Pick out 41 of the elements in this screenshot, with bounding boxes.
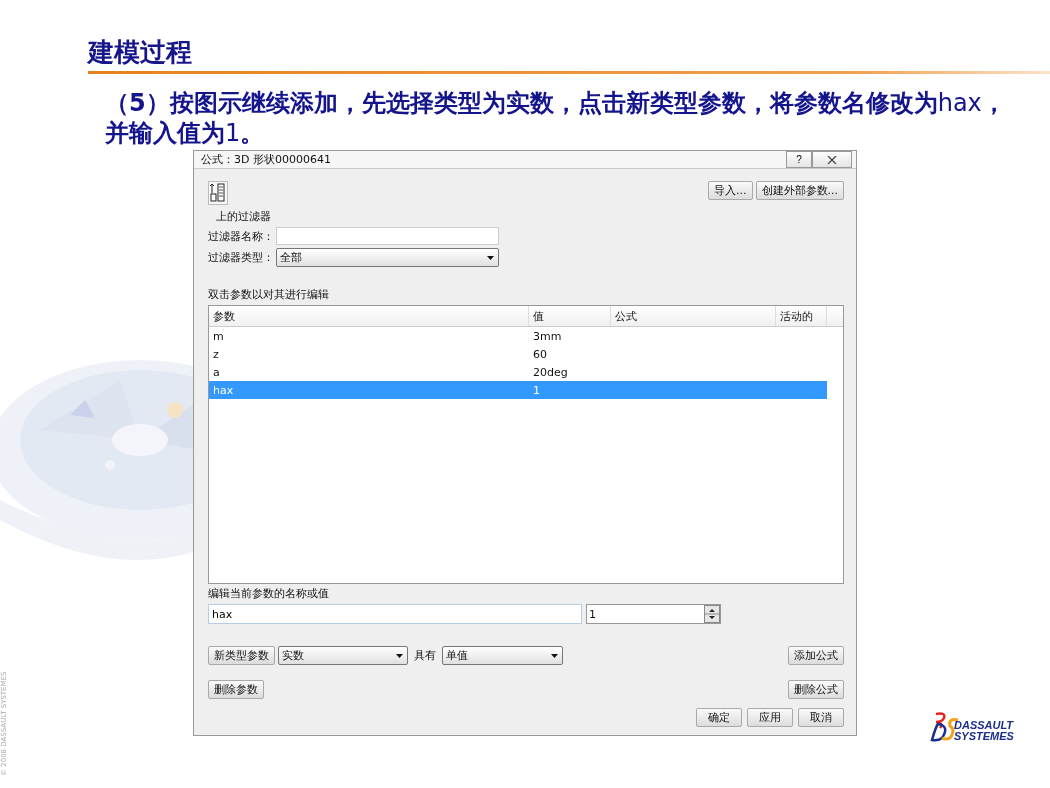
logo-text: DASSAULT bbox=[954, 720, 1014, 731]
dialog-button[interactable]: 确定 bbox=[696, 708, 742, 727]
new-type-button[interactable]: 新类型参数 bbox=[208, 646, 275, 665]
caret-icon bbox=[396, 653, 403, 658]
instruction-text: （5）按图示继续添加，先选择类型为实数，点击新类型参数，将参数名修改为hax，并输入值为1。 bbox=[105, 88, 1007, 148]
window-title: 公式：3D 形状00000641 bbox=[201, 152, 331, 167]
caret-icon bbox=[551, 653, 558, 658]
edit-label: 编辑当前参数的名称或值 bbox=[208, 586, 330, 601]
parameter-row[interactable]: z 60 bbox=[209, 345, 827, 363]
caret-icon bbox=[487, 255, 494, 260]
filter-heading: 上的过滤器 bbox=[216, 209, 272, 224]
close-button[interactable] bbox=[812, 151, 852, 168]
add-formula-button[interactable]: 添加公式 bbox=[788, 646, 844, 665]
name-field[interactable]: hax bbox=[208, 604, 582, 624]
dialog-button[interactable]: 导入... bbox=[708, 181, 753, 200]
filter-icon[interactable] bbox=[208, 181, 228, 205]
parameter-row[interactable]: m 3mm bbox=[209, 327, 827, 345]
field-label: 过滤器类型： bbox=[208, 250, 274, 265]
column-header[interactable]: 活动的 bbox=[776, 306, 827, 326]
table-hint: 双击参数以对其进行编辑 bbox=[208, 287, 330, 302]
parameter-row[interactable]: a 20deg bbox=[209, 363, 827, 381]
help-button[interactable]: ? bbox=[786, 151, 812, 168]
value-spinner[interactable]: 1 bbox=[586, 604, 721, 624]
dialog-button[interactable]: 应用 bbox=[747, 708, 793, 727]
dialog-button[interactable]: 创建外部参数... bbox=[755, 181, 844, 200]
column-header[interactable]: 公式 bbox=[611, 306, 776, 326]
type-dropdown[interactable]: 实数 bbox=[278, 646, 408, 665]
close-icon bbox=[827, 155, 837, 164]
spinner-arrows-icon bbox=[704, 605, 720, 623]
column-header[interactable]: 值 bbox=[529, 306, 611, 326]
delete-formula-button[interactable]: 删除公式 bbox=[788, 680, 844, 699]
filter-type-dropdown[interactable]: 全部 bbox=[276, 248, 499, 267]
column-header[interactable]: 参数 bbox=[209, 306, 529, 326]
slide-title: 建模过程 bbox=[88, 36, 193, 68]
delete-parameter-button[interactable]: 删除参数 bbox=[208, 680, 264, 699]
with-label: 具有 bbox=[414, 648, 436, 663]
filter-name-field[interactable] bbox=[276, 227, 499, 245]
multiplicity-dropdown[interactable]: 单值 bbox=[442, 646, 563, 665]
dialog-button[interactable]: 取消 bbox=[798, 708, 844, 727]
logo-text: SYSTEMES bbox=[954, 731, 1014, 742]
field-label: 过滤器名称： bbox=[208, 228, 274, 244]
